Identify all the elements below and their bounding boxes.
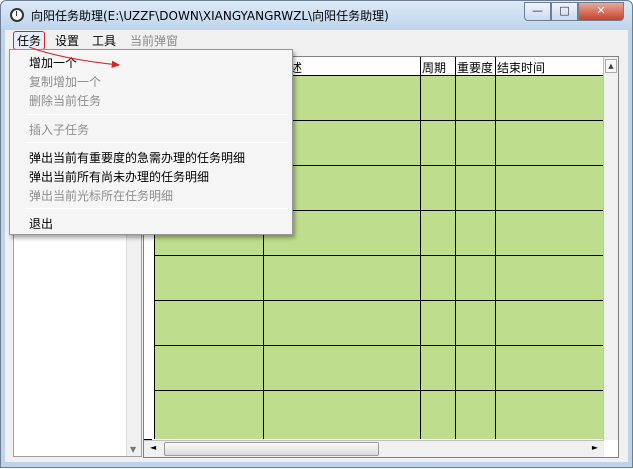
menu-separator: [26, 142, 288, 143]
scroll-left-icon[interactable]: ◄: [150, 443, 156, 452]
menu-item-cursor-task[interactable]: 弹出当前光标所在任务明细: [29, 187, 173, 204]
menu-separator: [26, 114, 288, 115]
scroll-right-icon[interactable]: ►: [592, 443, 598, 452]
menu-item-copy-add[interactable]: 复制增加一个: [29, 73, 101, 90]
clock-icon: [10, 8, 24, 22]
grid-line: [154, 255, 604, 256]
scroll-down-icon[interactable]: ▼: [130, 445, 136, 454]
horizontal-scroll-thumb[interactable]: [164, 442, 379, 456]
column-header-end-time[interactable]: 结束时间: [497, 59, 545, 76]
task-dropdown-menu: 增加一个 复制增加一个 删除当前任务 插入子任务 弹出当前有重要度的急需办理的任…: [9, 49, 293, 235]
grid-line: [154, 390, 604, 391]
grid-line: [154, 345, 604, 346]
menu-item-pending-tasks[interactable]: 弹出当前所有尚未办理的任务明细: [29, 168, 209, 185]
menu-item-urgent-tasks[interactable]: 弹出当前有重要度的急需办理的任务明细: [29, 149, 245, 166]
menu-current-popup[interactable]: 当前弹窗: [130, 32, 178, 49]
grid-line: [495, 57, 496, 439]
grid-vertical-scrollbar[interactable]: ▲: [603, 57, 618, 440]
menu-item-insert-subtask[interactable]: 插入子任务: [29, 121, 89, 138]
menu-item-exit[interactable]: 退出: [29, 215, 53, 232]
window-title: 向阳任务助理(E:\UZZF\DOWN\XIANGYANGRWZL\向阳任务助理…: [31, 9, 389, 23]
grid-horizontal-scrollbar[interactable]: ◄ ►: [144, 440, 604, 457]
scroll-up-icon[interactable]: ▲: [605, 59, 617, 73]
grid-line: [455, 57, 456, 439]
menu-tools[interactable]: 工具: [92, 32, 116, 49]
grid-line: [420, 57, 421, 439]
menu-bar: 任务 设置 工具 当前弹窗: [5, 30, 628, 50]
app-window: 向阳任务助理(E:\UZZF\DOWN\XIANGYANGRWZL\向阳任务助理…: [0, 0, 633, 468]
grid-line: [154, 300, 604, 301]
menu-settings[interactable]: 设置: [55, 32, 79, 49]
maximize-button[interactable]: □: [551, 2, 578, 21]
menu-separator: [26, 208, 288, 209]
close-button[interactable]: ✕: [578, 2, 624, 21]
column-header-cycle[interactable]: 周期: [422, 59, 446, 76]
minimize-button[interactable]: —: [524, 2, 551, 21]
title-bar[interactable]: 向阳任务助理(E:\UZZF\DOWN\XIANGYANGRWZL\向阳任务助理…: [1, 1, 632, 29]
menu-item-delete-task[interactable]: 删除当前任务: [29, 92, 101, 109]
menu-task[interactable]: 任务: [13, 31, 46, 50]
menu-item-add[interactable]: 增加一个: [29, 54, 77, 71]
column-header-importance[interactable]: 重要度: [457, 59, 493, 76]
